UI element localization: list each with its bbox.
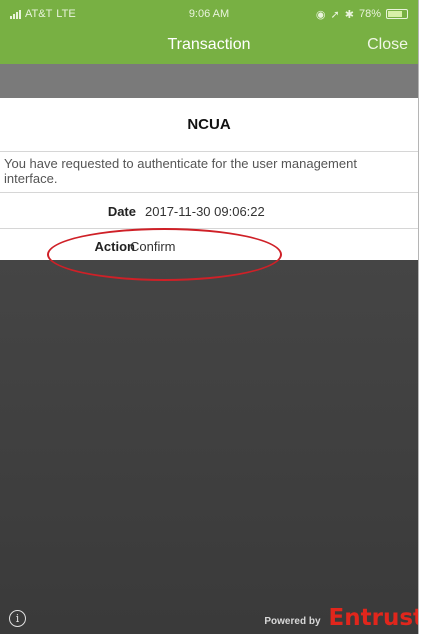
- nav-title: Transaction: [167, 36, 251, 53]
- battery-icon: [386, 9, 408, 19]
- detail-value: 2017-11-30 09:06:22: [145, 204, 265, 219]
- transaction-card: NCUA You have requested to authenticate …: [0, 98, 418, 260]
- detail-label: Date: [107, 204, 136, 219]
- detail-row-date: Date 2017-11-30 09:06:22: [0, 202, 418, 222]
- battery-fill: [388, 11, 403, 17]
- phone-screen: AT&T LTE 9:06 AM ◉ ➚ ✱ 78% Transaction C…: [0, 0, 418, 634]
- organization-title: NCUA: [187, 116, 231, 133]
- powered-by-text: Powered by: [264, 616, 321, 627]
- divider: [0, 151, 418, 152]
- detail-row-action: Action Confirm: [0, 237, 418, 257]
- detail-label: Action: [94, 239, 135, 254]
- empty-content-area: [0, 260, 418, 634]
- gray-separator-strip: [0, 64, 418, 98]
- authentication-message: You have requested to authenticate for t…: [4, 156, 357, 186]
- navigation-bar: Transaction Close: [0, 28, 418, 64]
- info-icon[interactable]: i: [9, 610, 26, 627]
- divider: [0, 192, 418, 193]
- powered-by-footer: Powered by Entrust: [264, 606, 418, 630]
- status-time: 9:06 AM: [188, 8, 230, 20]
- close-button[interactable]: Close: [367, 36, 408, 54]
- entrust-logo: Entrust: [328, 605, 418, 631]
- divider: [0, 228, 418, 229]
- detail-value: Confirm: [130, 239, 176, 254]
- status-bar: AT&T LTE 9:06 AM ◉ ➚ ✱ 78%: [0, 0, 418, 28]
- page-edge-line: [418, 0, 419, 634]
